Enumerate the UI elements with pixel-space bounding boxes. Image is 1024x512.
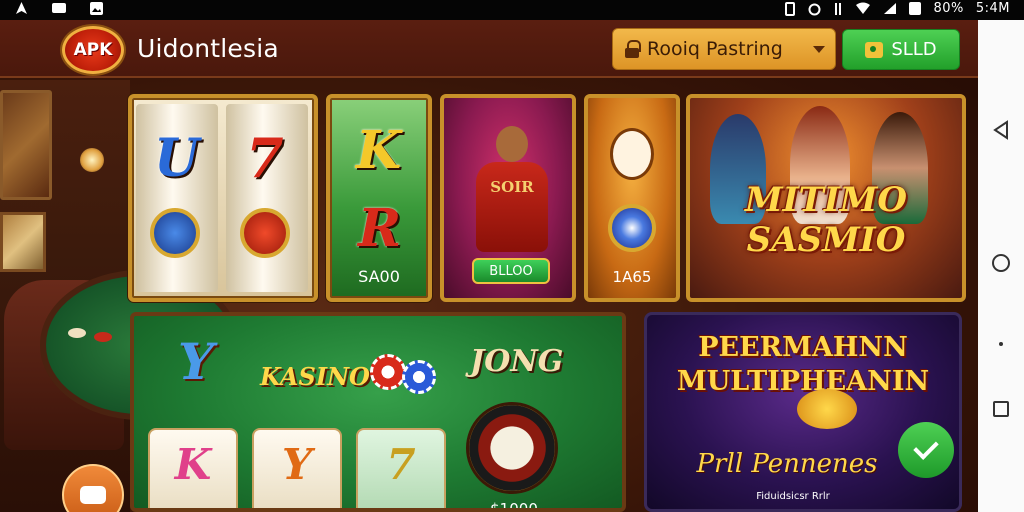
share-button[interactable] bbox=[898, 422, 954, 478]
app-title: Uidontlesia bbox=[137, 34, 279, 63]
promo-subtitle: Prll Pennenes bbox=[696, 449, 878, 479]
clown-face bbox=[610, 128, 654, 180]
system-icons: 80% 5:4M bbox=[784, 1, 1010, 16]
alarm-icon bbox=[808, 3, 821, 15]
poker-chip bbox=[402, 360, 436, 394]
game-card-reels[interactable]: U 7 bbox=[128, 94, 318, 302]
language-select[interactable]: Rooiq Pastring bbox=[612, 28, 836, 70]
hero-head bbox=[496, 126, 528, 162]
navigation-bar bbox=[978, 20, 1024, 512]
game-card-letters[interactable]: K R SA00 bbox=[326, 94, 432, 302]
assistant-dot-icon[interactable] bbox=[999, 342, 1003, 346]
mini-card-letter: Y bbox=[282, 440, 312, 489]
promo-banner[interactable]: PEERMAHNN MULTIPHEANIN Prll Pennenes Fid… bbox=[644, 312, 962, 512]
wall-painting bbox=[0, 90, 52, 200]
logo-text: APK bbox=[73, 40, 113, 60]
notification-icons bbox=[14, 1, 104, 16]
clock: 5:4M bbox=[975, 1, 1010, 16]
featured-title-line2: SASMIO bbox=[746, 220, 906, 260]
table-logo-kasino: KASINO bbox=[260, 362, 370, 391]
card-price: 1A65 bbox=[612, 268, 652, 286]
hero-torso bbox=[476, 162, 548, 252]
poker-chip bbox=[370, 354, 406, 390]
promo-caption: Fiduidsicsr Rrlr bbox=[756, 491, 830, 502]
image-icon bbox=[90, 2, 103, 15]
promo-title: PEERMAHNN MULTIPHEANIN bbox=[647, 331, 959, 399]
table-games-panel[interactable]: Y KASINO JONG K Y 7 $1000 bbox=[130, 312, 626, 512]
chevron-down-icon bbox=[813, 46, 825, 53]
reel-coin-symbol bbox=[240, 208, 290, 258]
battery-percent: 80% bbox=[933, 1, 964, 16]
card-price: SA00 bbox=[358, 267, 400, 286]
table-logo-y: Y bbox=[178, 332, 214, 391]
reel-symbol: U bbox=[154, 128, 200, 189]
slot-button-label: SLLD bbox=[891, 39, 937, 60]
app-screen: APK Uidontlesia Rooiq Pastring SLLD U 7 … bbox=[0, 20, 978, 512]
promo-title-line2: MULTIPHEANIN bbox=[676, 366, 930, 397]
featured-game-card[interactable]: MITIMO SASMIO bbox=[686, 94, 966, 302]
card-letter: R bbox=[358, 198, 402, 259]
coin-symbol bbox=[608, 204, 656, 252]
reel-coin-symbol bbox=[150, 208, 200, 258]
mini-card-letter: 7 bbox=[386, 440, 416, 489]
status-bar: 80% 5:4M bbox=[0, 0, 1024, 20]
back-icon[interactable] bbox=[992, 120, 1010, 140]
apk-logo[interactable]: APK bbox=[62, 26, 124, 74]
featured-title-line1: MITIMO bbox=[745, 180, 907, 220]
hero-figure: SOIR bbox=[466, 120, 558, 260]
chip bbox=[94, 332, 112, 342]
hero-label: SOIR bbox=[490, 178, 534, 196]
signal-icon bbox=[884, 3, 897, 14]
reel-column: 7 bbox=[226, 104, 308, 292]
game-card-clown[interactable]: 1A65 bbox=[584, 94, 680, 302]
reel-symbol: 7 bbox=[246, 126, 284, 190]
mini-game-card[interactable]: K bbox=[148, 428, 238, 508]
chip bbox=[68, 328, 86, 338]
mini-game-card[interactable]: Y bbox=[252, 428, 342, 508]
table-logo-jong: JONG bbox=[470, 344, 564, 379]
recent-apps-icon[interactable] bbox=[993, 401, 1009, 417]
vibrate-icon bbox=[785, 1, 796, 16]
app-header: APK Uidontlesia Rooiq Pastring SLLD bbox=[0, 20, 978, 78]
language-select-value: Rooiq Pastring bbox=[647, 38, 783, 60]
message-icon bbox=[52, 3, 66, 13]
promo-coins bbox=[797, 389, 857, 429]
card-letter: K bbox=[356, 120, 402, 181]
data-icon bbox=[835, 2, 842, 15]
home-icon[interactable] bbox=[992, 254, 1010, 272]
ticket-icon bbox=[865, 41, 884, 58]
slot-button[interactable]: SLLD bbox=[842, 29, 960, 70]
wall-lamp bbox=[80, 148, 104, 172]
game-card-hero[interactable]: SOIR BLLOO bbox=[440, 94, 576, 302]
reel-column: U bbox=[136, 104, 218, 292]
location-icon bbox=[16, 2, 27, 14]
promo-title-line1: PEERMAHNN bbox=[698, 332, 908, 363]
lock-icon bbox=[625, 40, 641, 58]
wall-painting-small bbox=[0, 212, 46, 272]
roulette-wheel[interactable] bbox=[466, 402, 558, 494]
mini-card-letter: K bbox=[174, 440, 212, 489]
mini-game-card[interactable]: 7 bbox=[356, 428, 446, 508]
featured-game-title: MITIMO SASMIO bbox=[690, 180, 962, 260]
wifi-icon bbox=[856, 2, 871, 14]
roulette-price: $1000 bbox=[490, 500, 538, 512]
hero-play-button[interactable]: BLLOO bbox=[472, 258, 550, 284]
battery-icon bbox=[909, 2, 922, 15]
